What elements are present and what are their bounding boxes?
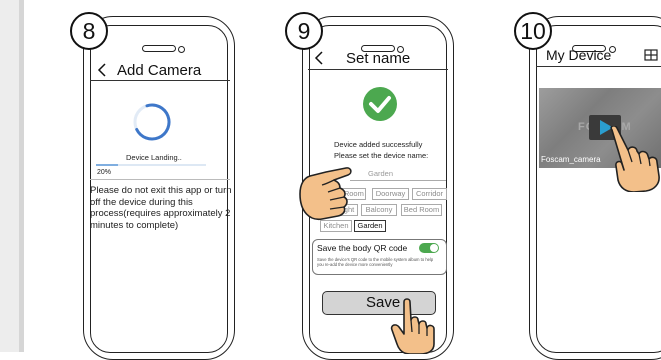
header-title: My Device <box>546 47 612 63</box>
warning-text: Please do not exit this app or turn off … <box>90 185 232 231</box>
loading-spinner-icon <box>133 103 171 141</box>
progress-divider <box>90 179 230 180</box>
back-chevron-icon[interactable] <box>313 51 325 65</box>
toggle-knob <box>430 244 438 252</box>
progress-fill <box>96 164 118 166</box>
step-number-badge-10: 10 <box>514 12 552 50</box>
camera-name: Foscam_camera <box>541 155 601 164</box>
header-divider <box>90 80 230 81</box>
pointing-hand-icon <box>610 126 660 192</box>
pointing-hand-icon <box>299 167 352 221</box>
progress-percent: 20% <box>97 169 112 176</box>
qr-toggle-label: Save the body QR code <box>317 243 408 253</box>
header-title: Set name <box>346 50 411 67</box>
success-message: Device added successfully <box>334 140 423 149</box>
loading-label: Device Landing.. <box>126 153 182 162</box>
left-margin-edge <box>19 0 24 352</box>
set-name-prompt: Please set the device name: <box>334 151 429 160</box>
grid-view-icon[interactable] <box>644 49 658 61</box>
name-option[interactable]: Bed Room <box>401 204 442 216</box>
qr-save-toggle[interactable] <box>419 243 439 253</box>
back-chevron-icon[interactable] <box>96 63 108 77</box>
name-option[interactable]: Corridor <box>412 188 447 200</box>
header-divider <box>536 66 661 67</box>
phone-camera-icon <box>178 46 185 53</box>
pointing-hand-icon <box>390 298 435 354</box>
left-margin-bar <box>0 0 24 352</box>
step-number-badge-9: 9 <box>285 12 323 50</box>
header-title: Add Camera <box>117 62 202 79</box>
qr-description: Save the device's QR code to the mobile … <box>317 257 434 267</box>
header-divider <box>308 69 448 70</box>
check-circle-icon <box>363 87 397 121</box>
phone-speaker-icon <box>142 45 176 52</box>
progress-track <box>96 164 206 166</box>
name-option[interactable]: Doorway <box>372 188 409 200</box>
device-name-input[interactable]: Garden <box>368 169 393 178</box>
step-number-badge-8: 8 <box>70 12 108 50</box>
